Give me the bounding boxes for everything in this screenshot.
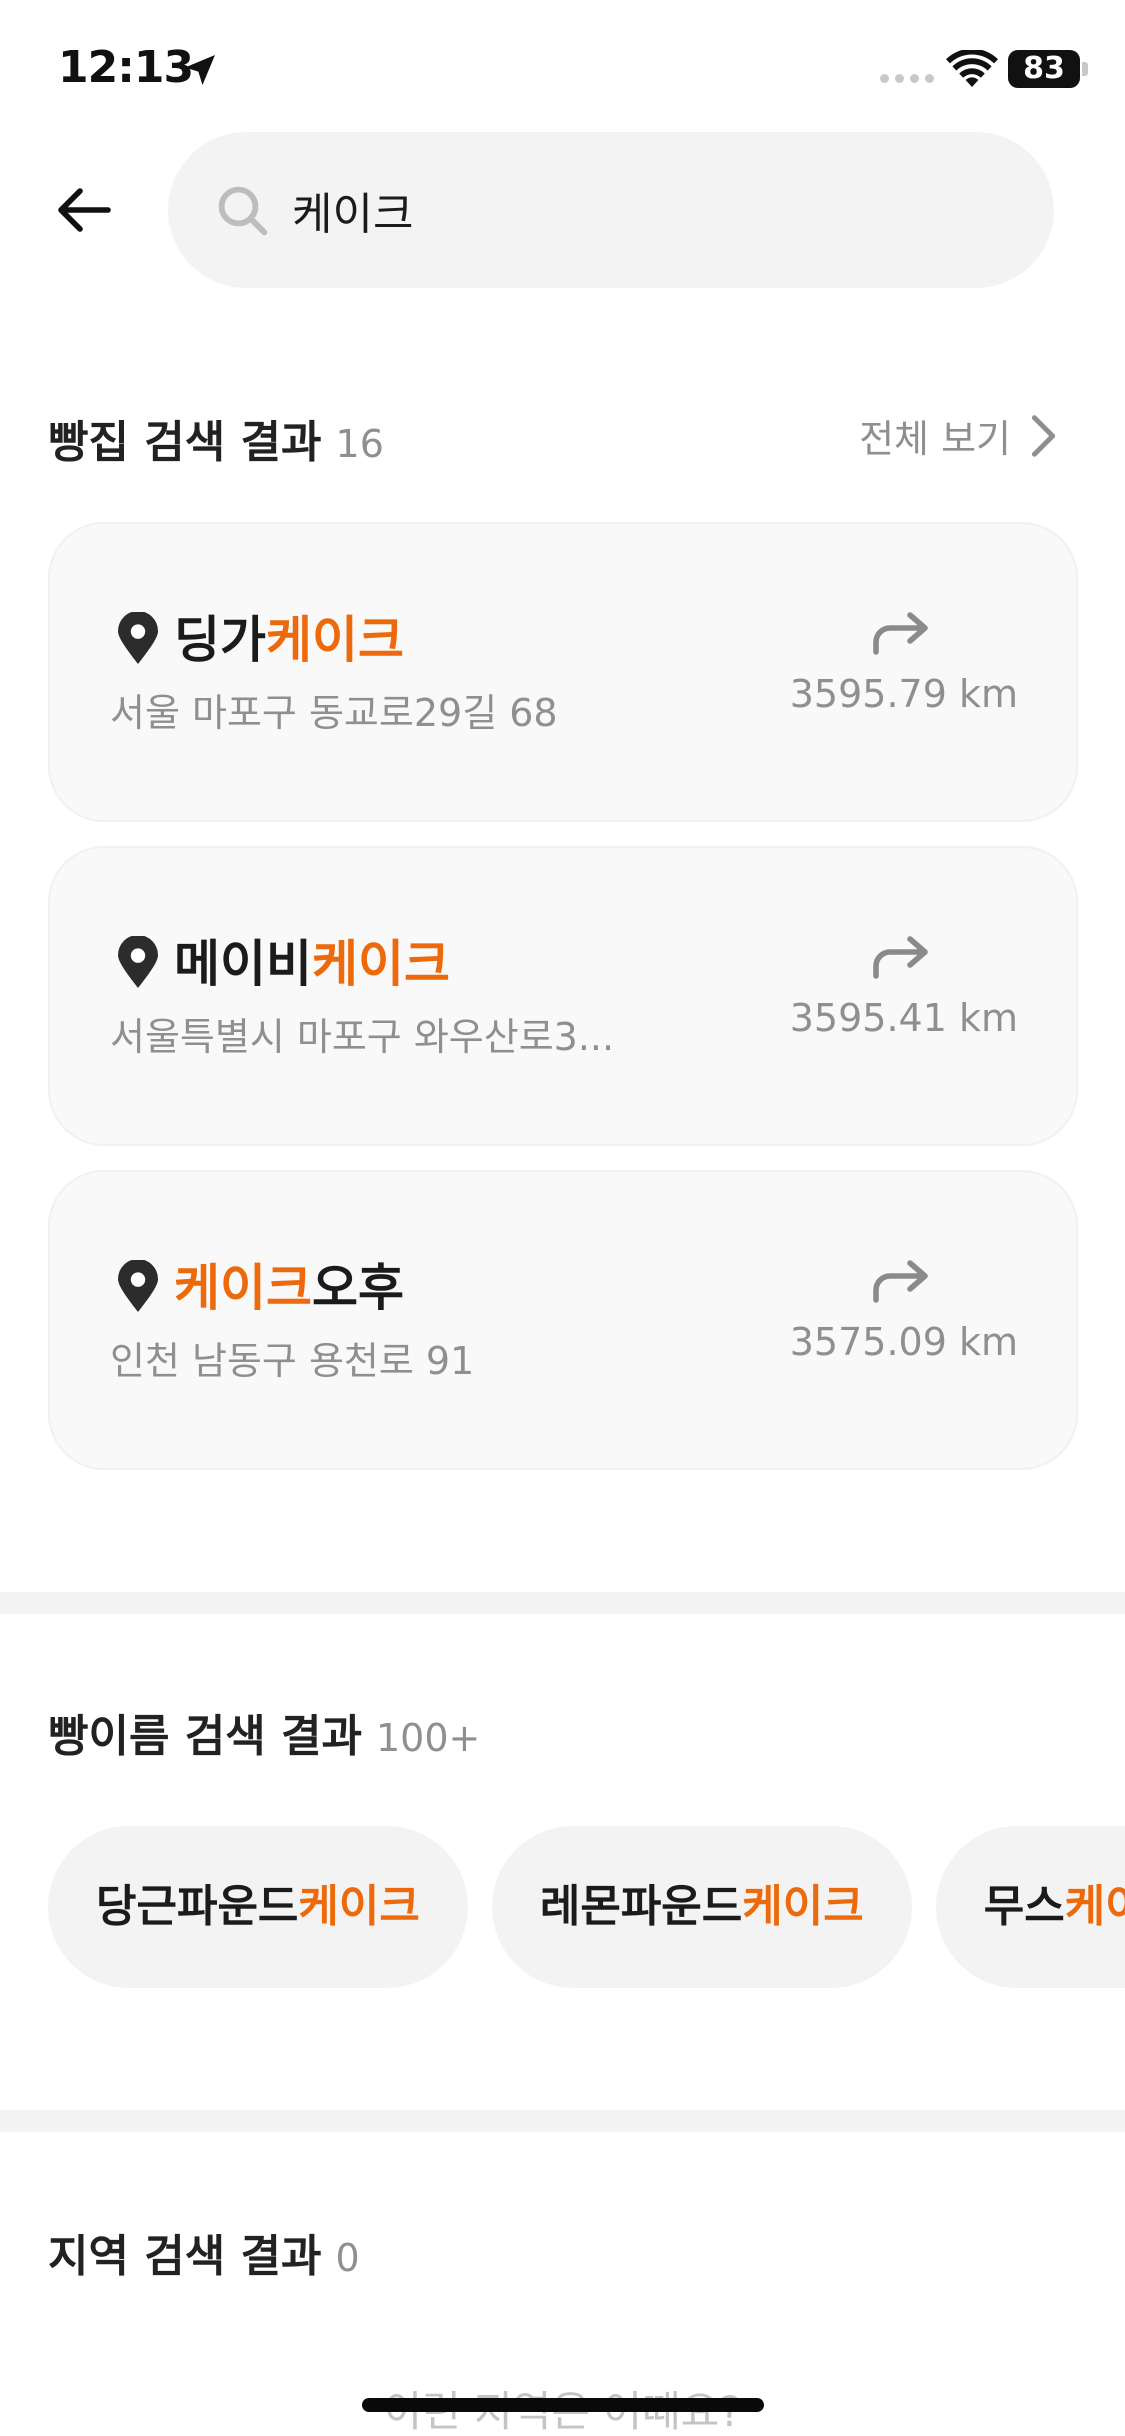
bread-chip[interactable]: 무스케이크 xyxy=(935,1826,1125,1988)
bakery-section-count: 16 xyxy=(335,422,384,466)
bread-chip[interactable]: 레몬파운드케이크 xyxy=(491,1826,912,1988)
directions-arrow-icon[interactable] xyxy=(870,1260,932,1304)
section-divider xyxy=(0,1592,1125,1614)
bakery-card[interactable]: 메이비케이크 서울특별시 마포구 와우산로3... 3595.41 km xyxy=(48,846,1078,1146)
bakery-distance: 3575.09 km xyxy=(789,1320,1018,1364)
bread-chip-list[interactable]: 당근파운드케이크레몬파운드케이크무스케이크 xyxy=(48,1826,1125,1988)
region-section-title: 지역 검색 결과 xyxy=(48,2231,322,2282)
map-pin-icon xyxy=(118,612,158,664)
bakery-distance: 3595.79 km xyxy=(789,672,1018,716)
bakery-address: 인천 남동구 용천로 91 xyxy=(110,1339,475,1383)
bakery-name: 딩가케이크 xyxy=(174,611,404,669)
bakery-address: 서울특별시 마포구 와우산로3... xyxy=(110,1015,615,1059)
bakery-section-title: 빵집 검색 결과 xyxy=(48,417,322,468)
search-icon xyxy=(218,186,268,236)
back-button[interactable] xyxy=(52,170,116,250)
battery-tip xyxy=(1082,62,1088,76)
directions-arrow-icon[interactable] xyxy=(870,936,932,980)
directions-arrow-icon[interactable] xyxy=(870,612,932,656)
see-all-button[interactable]: 전체 보기 xyxy=(859,408,1059,463)
map-pin-icon xyxy=(118,1260,158,1312)
see-all-label: 전체 보기 xyxy=(859,417,1011,461)
bakery-card[interactable]: 케이크오후 인천 남동구 용천로 91 3575.09 km xyxy=(48,1170,1078,1470)
chevron-right-icon xyxy=(1031,414,1056,457)
back-arrow-icon xyxy=(58,188,111,232)
home-indicator[interactable] xyxy=(362,2398,764,2412)
region-section-header: 지역 검색 결과 0 xyxy=(48,2220,360,2284)
bakery-card[interactable]: 딩가케이크 서울 마포구 동교로29길 68 3595.79 km xyxy=(48,522,1078,822)
map-pin-icon xyxy=(118,936,158,988)
search-input[interactable] xyxy=(292,178,992,242)
cellular-signal-icon xyxy=(880,74,934,83)
section-divider xyxy=(0,2110,1125,2132)
battery-indicator: 83 xyxy=(1008,50,1080,88)
bread-chip[interactable]: 당근파운드케이크 xyxy=(48,1826,468,1988)
bread-section-header: 빵이름 검색 결과 100+ xyxy=(48,1700,480,1764)
status-bar: 12:13 83 xyxy=(0,0,1125,130)
bakery-address: 서울 마포구 동교로29길 68 xyxy=(110,691,558,735)
region-section-count: 0 xyxy=(335,2236,360,2280)
status-time: 12:13 xyxy=(58,42,194,93)
search-bar[interactable] xyxy=(168,132,1054,288)
bread-section-title: 빵이름 검색 결과 xyxy=(48,1711,362,1762)
bakery-section-header: 빵집 검색 결과 16 xyxy=(48,406,384,470)
bakery-distance: 3595.41 km xyxy=(789,996,1018,1040)
location-arrow-icon xyxy=(185,55,215,85)
bakery-name: 메이비케이크 xyxy=(174,935,450,993)
bakery-name: 케이크오후 xyxy=(174,1259,404,1317)
bread-section-count: 100+ xyxy=(376,1716,481,1760)
wifi-icon xyxy=(946,50,998,87)
